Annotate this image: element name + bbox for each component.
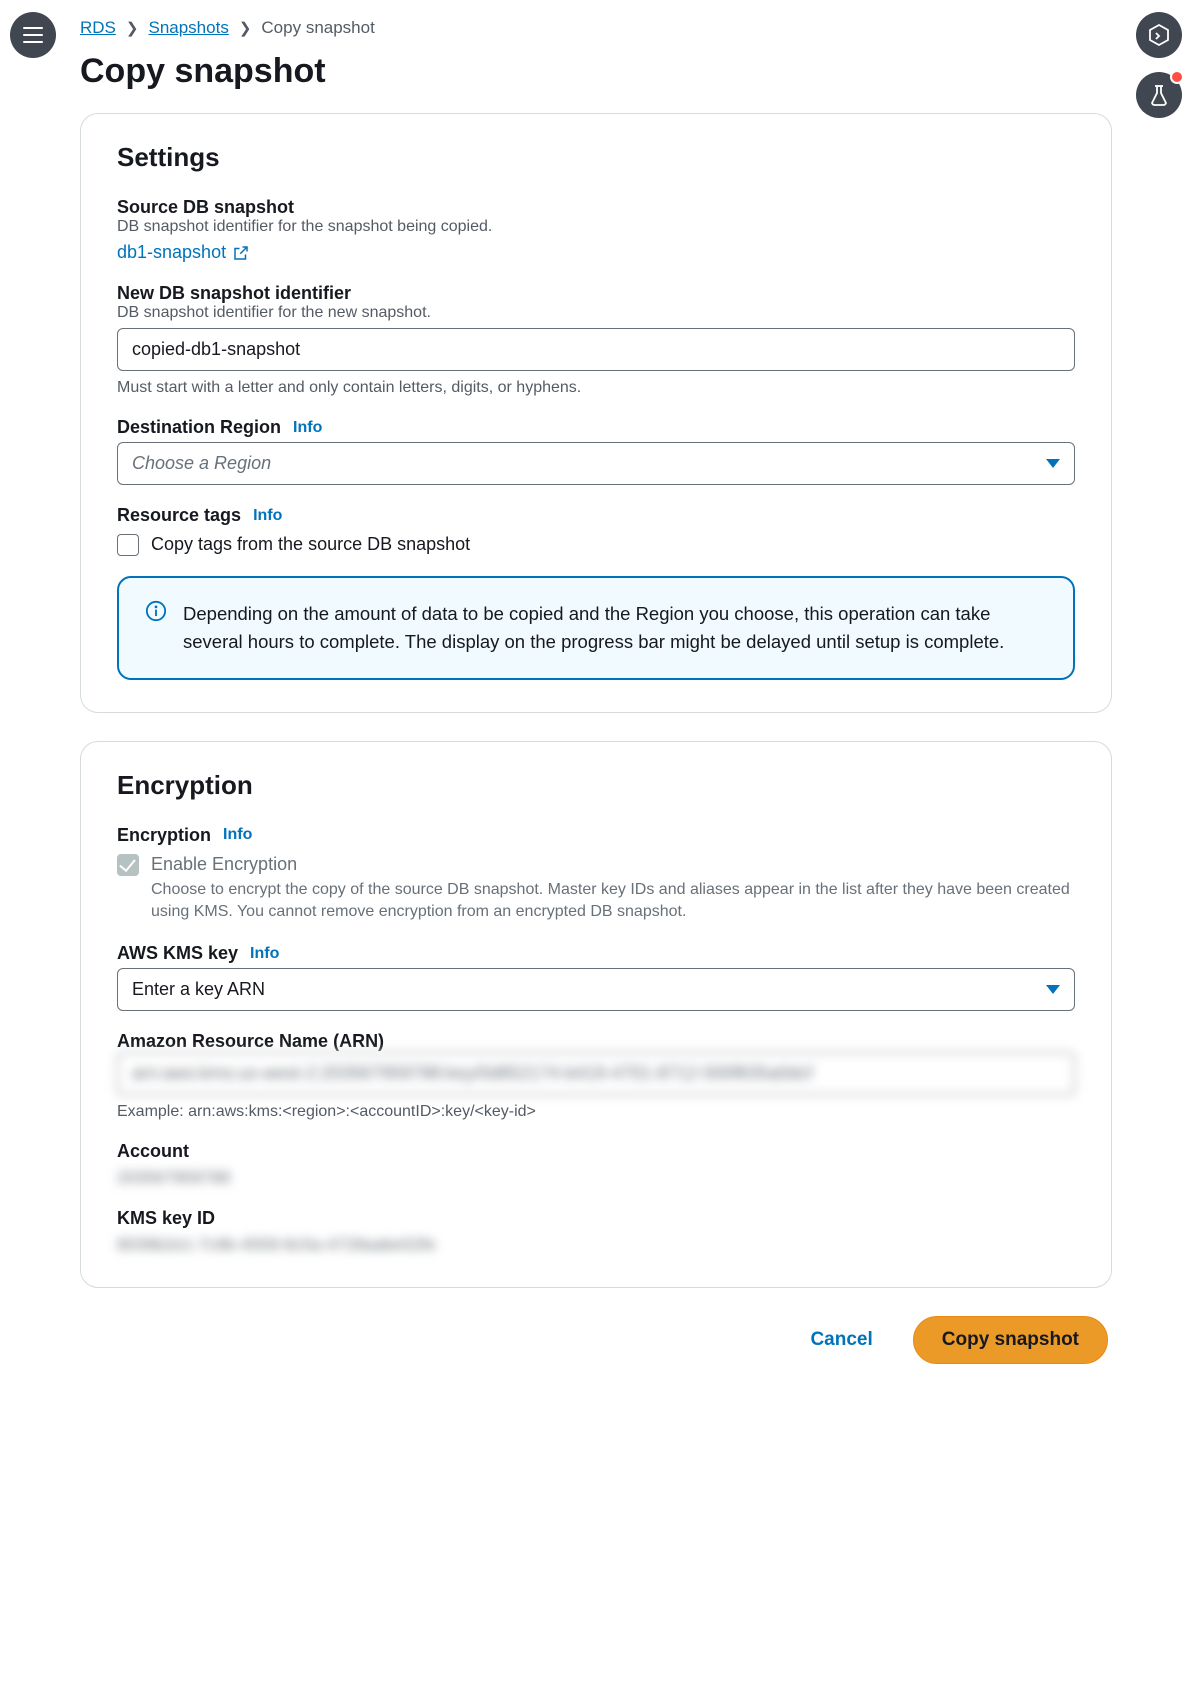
encryption-section-label: Encryption bbox=[117, 825, 211, 846]
arn-example: Example: arn:aws:kms:<region>:<accountID… bbox=[117, 1103, 1075, 1121]
source-snapshot-link[interactable]: db1-snapshot bbox=[117, 242, 250, 263]
copy-duration-alert: Depending on the amount of data to be co… bbox=[117, 576, 1075, 680]
breadcrumb-current: Copy snapshot bbox=[261, 18, 374, 38]
new-snapshot-id-desc: DB snapshot identifier for the new snaps… bbox=[117, 304, 1075, 322]
source-snapshot-desc: DB snapshot identifier for the snapshot … bbox=[117, 218, 1075, 236]
arn-input[interactable] bbox=[117, 1052, 1075, 1095]
notification-dot-icon bbox=[1170, 70, 1184, 84]
copy-snapshot-button[interactable]: Copy snapshot bbox=[913, 1316, 1108, 1364]
source-snapshot-label: Source DB snapshot bbox=[117, 197, 1075, 218]
account-label: Account bbox=[117, 1141, 1075, 1162]
encryption-heading: Encryption bbox=[117, 770, 1075, 801]
breadcrumb-snapshots[interactable]: Snapshots bbox=[148, 18, 228, 38]
copy-tags-checkbox-label: Copy tags from the source DB snapshot bbox=[151, 534, 470, 555]
enable-encryption-label: Enable Encryption bbox=[151, 854, 1075, 875]
cancel-button[interactable]: Cancel bbox=[792, 1316, 890, 1364]
chevron-right-icon: ❯ bbox=[126, 19, 139, 37]
kms-key-id-label: KMS key ID bbox=[117, 1208, 1075, 1229]
experiments-icon[interactable] bbox=[1136, 72, 1182, 118]
breadcrumb-rds[interactable]: RDS bbox=[80, 18, 116, 38]
enable-encryption-desc: Choose to encrypt the copy of the source… bbox=[151, 879, 1075, 924]
copy-tags-checkbox[interactable] bbox=[117, 534, 139, 556]
breadcrumb: RDS ❯ Snapshots ❯ Copy snapshot bbox=[80, 18, 1112, 38]
menu-button[interactable] bbox=[10, 12, 56, 58]
kms-key-select[interactable]: Enter a key ARN bbox=[117, 968, 1075, 1011]
destination-region-info[interactable]: Info bbox=[293, 419, 322, 437]
chevron-down-icon bbox=[1046, 985, 1060, 994]
kms-key-label: AWS KMS key bbox=[117, 943, 238, 964]
chevron-right-icon: ❯ bbox=[239, 19, 252, 37]
new-snapshot-id-input[interactable] bbox=[117, 328, 1075, 371]
external-link-icon bbox=[232, 244, 250, 262]
enable-encryption-checkbox bbox=[117, 854, 139, 876]
settings-heading: Settings bbox=[117, 142, 1075, 173]
settings-panel: Settings Source DB snapshot DB snapshot … bbox=[80, 113, 1112, 713]
account-value: 203567959788 bbox=[117, 1168, 1075, 1188]
kms-key-info[interactable]: Info bbox=[250, 945, 279, 963]
resource-tags-info[interactable]: Info bbox=[253, 507, 282, 525]
destination-region-select[interactable]: Choose a Region bbox=[117, 442, 1075, 485]
encryption-info[interactable]: Info bbox=[223, 826, 252, 844]
arn-label: Amazon Resource Name (ARN) bbox=[117, 1031, 1075, 1052]
destination-region-label: Destination Region bbox=[117, 417, 281, 438]
info-icon bbox=[145, 600, 167, 622]
kms-key-id-value: 8039b2e1-7c9b-4559-8c5a-4728aabe52fe bbox=[117, 1235, 1075, 1255]
new-snapshot-id-label: New DB snapshot identifier bbox=[117, 283, 1075, 304]
resource-tags-label: Resource tags bbox=[117, 505, 241, 526]
cloudshell-icon[interactable] bbox=[1136, 12, 1182, 58]
new-snapshot-id-hint: Must start with a letter and only contai… bbox=[117, 379, 1075, 397]
page-title: Copy snapshot bbox=[80, 52, 1112, 91]
chevron-down-icon bbox=[1046, 459, 1060, 468]
encryption-panel: Encryption Encryption Info Enable Encryp… bbox=[80, 741, 1112, 1289]
